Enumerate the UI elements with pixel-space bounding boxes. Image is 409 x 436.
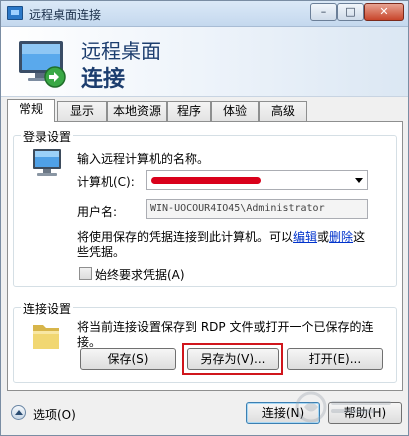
connection-settings-description: 将当前连接设置保存到 RDP 文件或打开一个已保存的连 [77,320,374,334]
tab-experience[interactable]: 体验 [211,101,259,121]
save-button[interactable]: 保存(S) [80,348,176,370]
rdp-window: 远程桌面连接 – □ ✕ 远程桌面 连接 常规 显示 本地资源 程序 体验 高级… [0,0,409,436]
banner-title-line1: 远程桌面 [81,39,161,63]
computer-icon [33,149,61,176]
saved-credentials-text-part: 将使用保存的凭据连接到此计算机。可以 [77,230,294,244]
tab-display[interactable]: 显示 [57,101,107,121]
maximize-button[interactable]: □ [337,3,364,21]
edit-credentials-link[interactable]: 编辑 [293,230,317,244]
username-label: 用户名: [77,205,118,219]
saved-credentials-text-end: 这 [353,230,366,244]
banner-title-line2: 连接 [81,67,126,92]
tab-programs[interactable]: 程序 [167,101,211,121]
chevron-down-icon[interactable] [355,178,363,183]
tab-local-resources[interactable]: 本地资源 [107,101,167,121]
always-ask-label[interactable]: 始终要求凭据(A) [95,266,185,283]
login-settings-label: 登录设置 [21,128,74,145]
options-toggle[interactable]: 选项(O) [33,406,76,423]
tab-advanced[interactable]: 高级 [259,101,307,121]
remote-desktop-icon [7,6,23,20]
saved-credentials-text-line2: 些凭据。 [77,245,126,259]
always-ask-checkbox[interactable] [79,267,92,280]
computer-combobox[interactable] [146,170,368,190]
username-field: WIN-UOCOUR4IO45\Administrator [146,199,368,219]
chevron-up-icon[interactable] [11,405,26,420]
computer-name-instruction: 输入远程计算机的名称。 [77,152,210,166]
header-banner: 远程桌面 连接 [1,27,408,97]
redaction-mark [151,177,261,184]
folder-icon [33,325,59,349]
minimize-button[interactable]: – [310,3,337,21]
window-title: 远程桌面连接 [29,8,102,22]
open-button[interactable]: 打开(E)... [287,348,383,370]
save-as-highlight [182,343,283,375]
close-button[interactable]: ✕ [364,3,404,21]
title-bar[interactable]: 远程桌面连接 – □ ✕ [1,1,408,27]
watermark-logo [295,391,391,423]
monitor-connection-icon [19,41,66,88]
tab-general[interactable]: 常规 [7,99,55,122]
saved-credentials-or: 或 [317,230,330,244]
connection-settings-label: 连接设置 [21,300,74,317]
computer-label: 计算机(C): [77,175,135,189]
delete-credentials-link[interactable]: 删除 [329,230,353,244]
